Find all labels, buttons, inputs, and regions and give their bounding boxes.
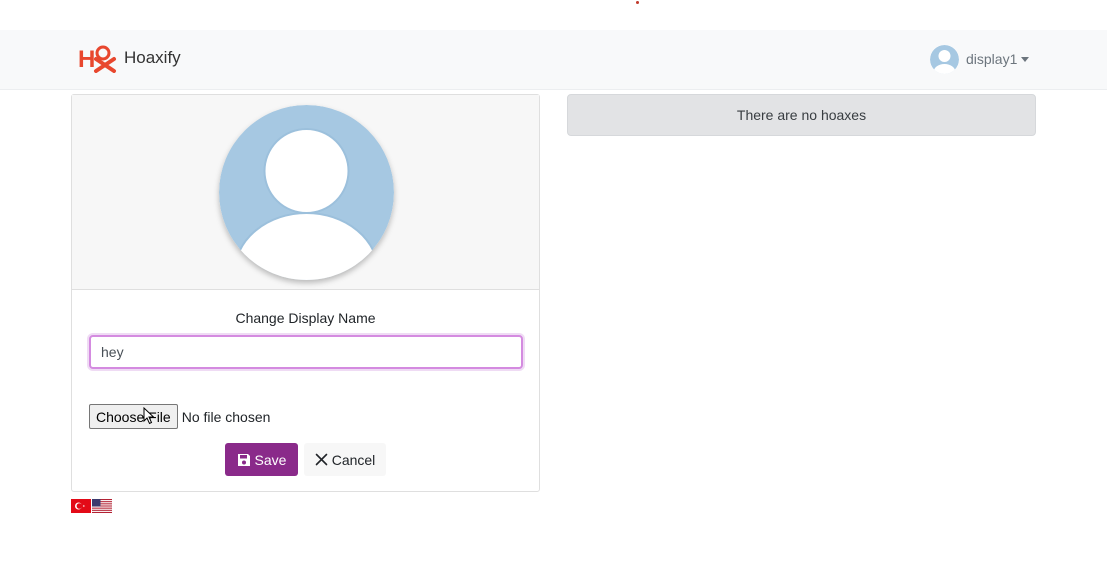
display-name-input[interactable] — [89, 335, 523, 369]
save-button-label: Save — [254, 451, 287, 468]
default-profile-avatar-icon — [219, 105, 394, 280]
usa-flag-icon[interactable] — [92, 499, 112, 513]
svg-text:H: H — [78, 46, 95, 73]
no-hoaxes-message: There are no hoaxes — [736, 107, 867, 123]
top-navbar: H Hoaxify display1 — [0, 30, 1107, 90]
default-avatar-icon — [930, 44, 959, 74]
hoaxify-logo-icon: H — [78, 45, 116, 73]
no-hoaxes-alert: There are no hoaxes — [567, 94, 1036, 136]
turkey-flag-icon[interactable] — [71, 499, 91, 513]
user-dropdown-toggle[interactable]: display1 — [930, 44, 1030, 74]
profile-card: Change Display Name Choose File No file … — [71, 94, 540, 492]
change-display-name-label: Change Display Name — [235, 310, 376, 326]
brand-link[interactable]: H Hoaxify — [78, 43, 181, 73]
choose-file-button[interactable]: Choose File — [89, 404, 178, 429]
action-buttons: Save Cancel — [225, 443, 386, 476]
caret-down-icon — [1021, 56, 1030, 62]
language-selector — [71, 499, 112, 513]
cancel-button-label: Cancel — [331, 451, 376, 468]
save-icon — [237, 453, 250, 466]
file-status-text: No file chosen — [181, 408, 271, 425]
file-input-row: Choose File No file chosen — [89, 404, 270, 429]
close-icon — [315, 453, 328, 466]
cancel-button[interactable]: Cancel — [304, 443, 386, 476]
red-dot-artifact — [636, 1, 639, 4]
brand-name: Hoaxify — [124, 48, 181, 67]
profile-image — [219, 105, 394, 280]
save-button[interactable]: Save — [225, 443, 298, 476]
username-label: display1 — [966, 51, 1018, 67]
user-avatar — [930, 44, 959, 74]
profile-card-header — [72, 95, 539, 290]
